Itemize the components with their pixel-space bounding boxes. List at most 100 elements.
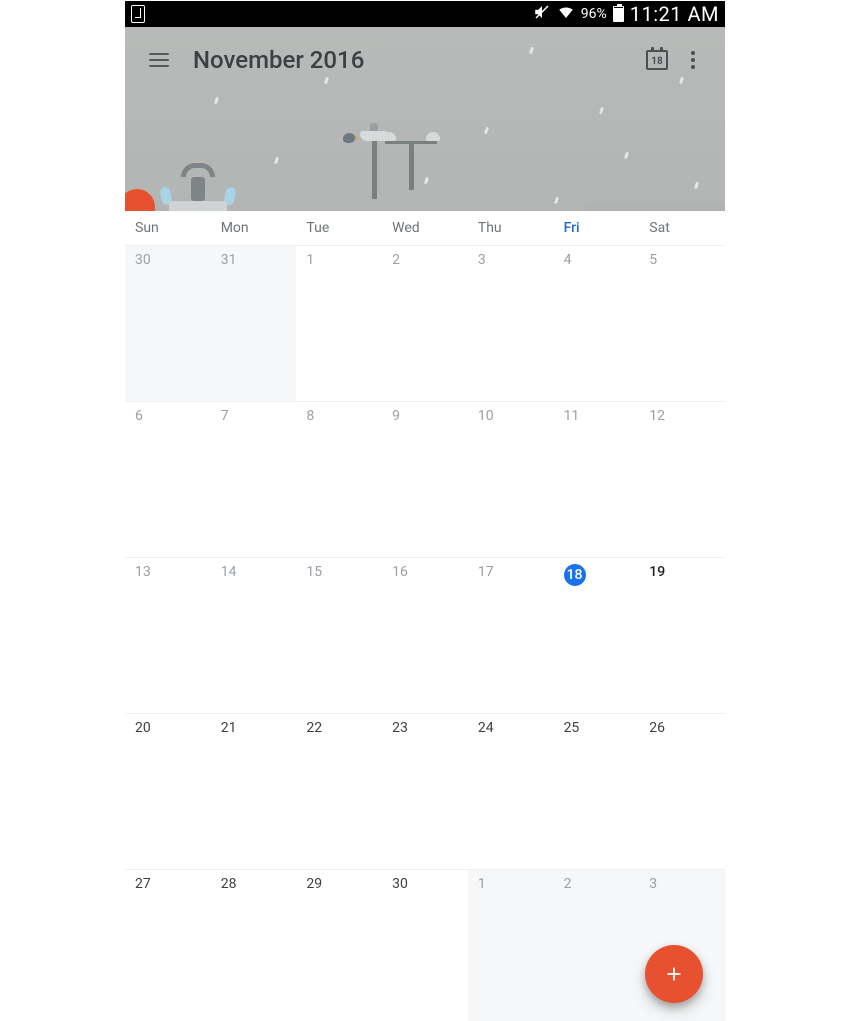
day-cell[interactable]: 17 — [468, 557, 554, 713]
add-event-fab[interactable] — [645, 945, 703, 1003]
day-number: 2 — [564, 876, 582, 892]
lamppost-illustration — [360, 131, 388, 211]
weekday-header: Thu — [468, 211, 554, 245]
app-bar: November 2016 18 — [125, 27, 725, 93]
day-number: 30 — [135, 252, 153, 268]
fountain-illustration — [163, 161, 233, 211]
day-cell[interactable]: 28 — [211, 869, 297, 1021]
plus-icon — [663, 963, 685, 985]
day-number: 18 — [564, 564, 586, 586]
day-number: 2 — [392, 252, 410, 268]
day-number: 3 — [649, 876, 667, 892]
weekday-header: Tue — [296, 211, 382, 245]
day-cell[interactable]: 9 — [382, 401, 468, 557]
page-title[interactable]: November 2016 — [193, 46, 364, 74]
day-number: 22 — [306, 720, 324, 736]
day-cell[interactable]: 21 — [211, 713, 297, 869]
day-number: 19 — [649, 564, 667, 580]
day-number: 29 — [306, 876, 324, 892]
day-cell[interactable]: 14 — [211, 557, 297, 713]
day-number: 31 — [221, 252, 239, 268]
day-number: 16 — [392, 564, 410, 580]
day-cell[interactable]: 1 — [468, 869, 554, 1021]
day-number: 3 — [478, 252, 496, 268]
bird-illustration — [343, 133, 355, 143]
day-cell[interactable]: 15 — [296, 557, 382, 713]
day-number: 27 — [135, 876, 153, 892]
building-illustration — [585, 203, 725, 211]
day-number: 26 — [649, 720, 667, 736]
day-number: 23 — [392, 720, 410, 736]
day-cell[interactable]: 2 — [382, 245, 468, 401]
day-cell[interactable]: 6 — [125, 401, 211, 557]
weekday-header: Sun — [125, 211, 211, 245]
day-number: 1 — [478, 876, 496, 892]
lamppost-double-illustration — [385, 141, 437, 211]
weekday-header: Wed — [382, 211, 468, 245]
day-cell[interactable]: 22 — [296, 713, 382, 869]
month-grid: 3031123456789101112131415161718192021222… — [125, 245, 725, 1021]
day-number: 10 — [478, 408, 496, 424]
day-cell[interactable]: 30 — [382, 869, 468, 1021]
day-number: 1 — [306, 252, 324, 268]
screen: 96% 11:21 AM — [125, 1, 725, 1021]
day-cell[interactable]: 5 — [639, 245, 725, 401]
day-cell[interactable]: 31 — [211, 245, 297, 401]
weekday-header: Mon — [211, 211, 297, 245]
day-number: 11 — [564, 408, 582, 424]
day-cell[interactable]: 7 — [211, 401, 297, 557]
day-cell[interactable]: 1 — [296, 245, 382, 401]
day-cell[interactable]: 26 — [639, 713, 725, 869]
day-number: 14 — [221, 564, 239, 580]
day-cell[interactable]: 4 — [554, 245, 640, 401]
day-cell[interactable]: 3 — [468, 245, 554, 401]
day-number: 15 — [306, 564, 324, 580]
day-number: 6 — [135, 408, 153, 424]
wifi-icon — [557, 3, 575, 25]
day-cell[interactable]: 24 — [468, 713, 554, 869]
day-cell[interactable]: 27 — [125, 869, 211, 1021]
day-number: 24 — [478, 720, 496, 736]
day-cell[interactable]: 30 — [125, 245, 211, 401]
notification-icon — [131, 5, 145, 23]
status-clock: 11:21 AM — [630, 2, 719, 26]
day-number: 21 — [221, 720, 239, 736]
overflow-menu-button[interactable] — [675, 42, 711, 78]
menu-button[interactable] — [139, 40, 179, 80]
day-number: 30 — [392, 876, 410, 892]
day-cell[interactable]: 20 — [125, 713, 211, 869]
day-cell[interactable]: 8 — [296, 401, 382, 557]
day-cell[interactable]: 2 — [554, 869, 640, 1021]
weekday-header-row: SunMonTueWedThuFriSat — [125, 211, 725, 245]
day-number: 8 — [306, 408, 324, 424]
day-cell[interactable]: 13 — [125, 557, 211, 713]
day-number: 25 — [564, 720, 582, 736]
today-button[interactable]: 18 — [639, 42, 675, 78]
day-cell[interactable]: 10 — [468, 401, 554, 557]
day-cell[interactable]: 25 — [554, 713, 640, 869]
device-frame: 96% 11:21 AM — [0, 0, 850, 1021]
weekday-header: Fri — [554, 211, 640, 245]
day-cell[interactable]: 11 — [554, 401, 640, 557]
umbrella-illustration — [125, 189, 155, 211]
battery-icon — [613, 6, 624, 22]
day-number: 20 — [135, 720, 153, 736]
status-bar: 96% 11:21 AM — [125, 1, 725, 27]
day-cell[interactable]: 12 — [639, 401, 725, 557]
day-cell[interactable]: 19 — [639, 557, 725, 713]
day-cell[interactable]: 23 — [382, 713, 468, 869]
day-number: 9 — [392, 408, 410, 424]
day-number: 7 — [221, 408, 239, 424]
day-cell[interactable]: 18 — [554, 557, 640, 713]
calendar-icon: 18 — [646, 50, 668, 70]
day-cell[interactable]: 16 — [382, 557, 468, 713]
day-number: 5 — [649, 252, 667, 268]
weekday-header: Sat — [639, 211, 725, 245]
day-number: 28 — [221, 876, 239, 892]
day-cell[interactable]: 29 — [296, 869, 382, 1021]
day-number: 13 — [135, 564, 153, 580]
day-number: 17 — [478, 564, 496, 580]
mute-icon — [533, 3, 551, 25]
day-number: 4 — [564, 252, 582, 268]
battery-percent: 96% — [581, 6, 607, 22]
